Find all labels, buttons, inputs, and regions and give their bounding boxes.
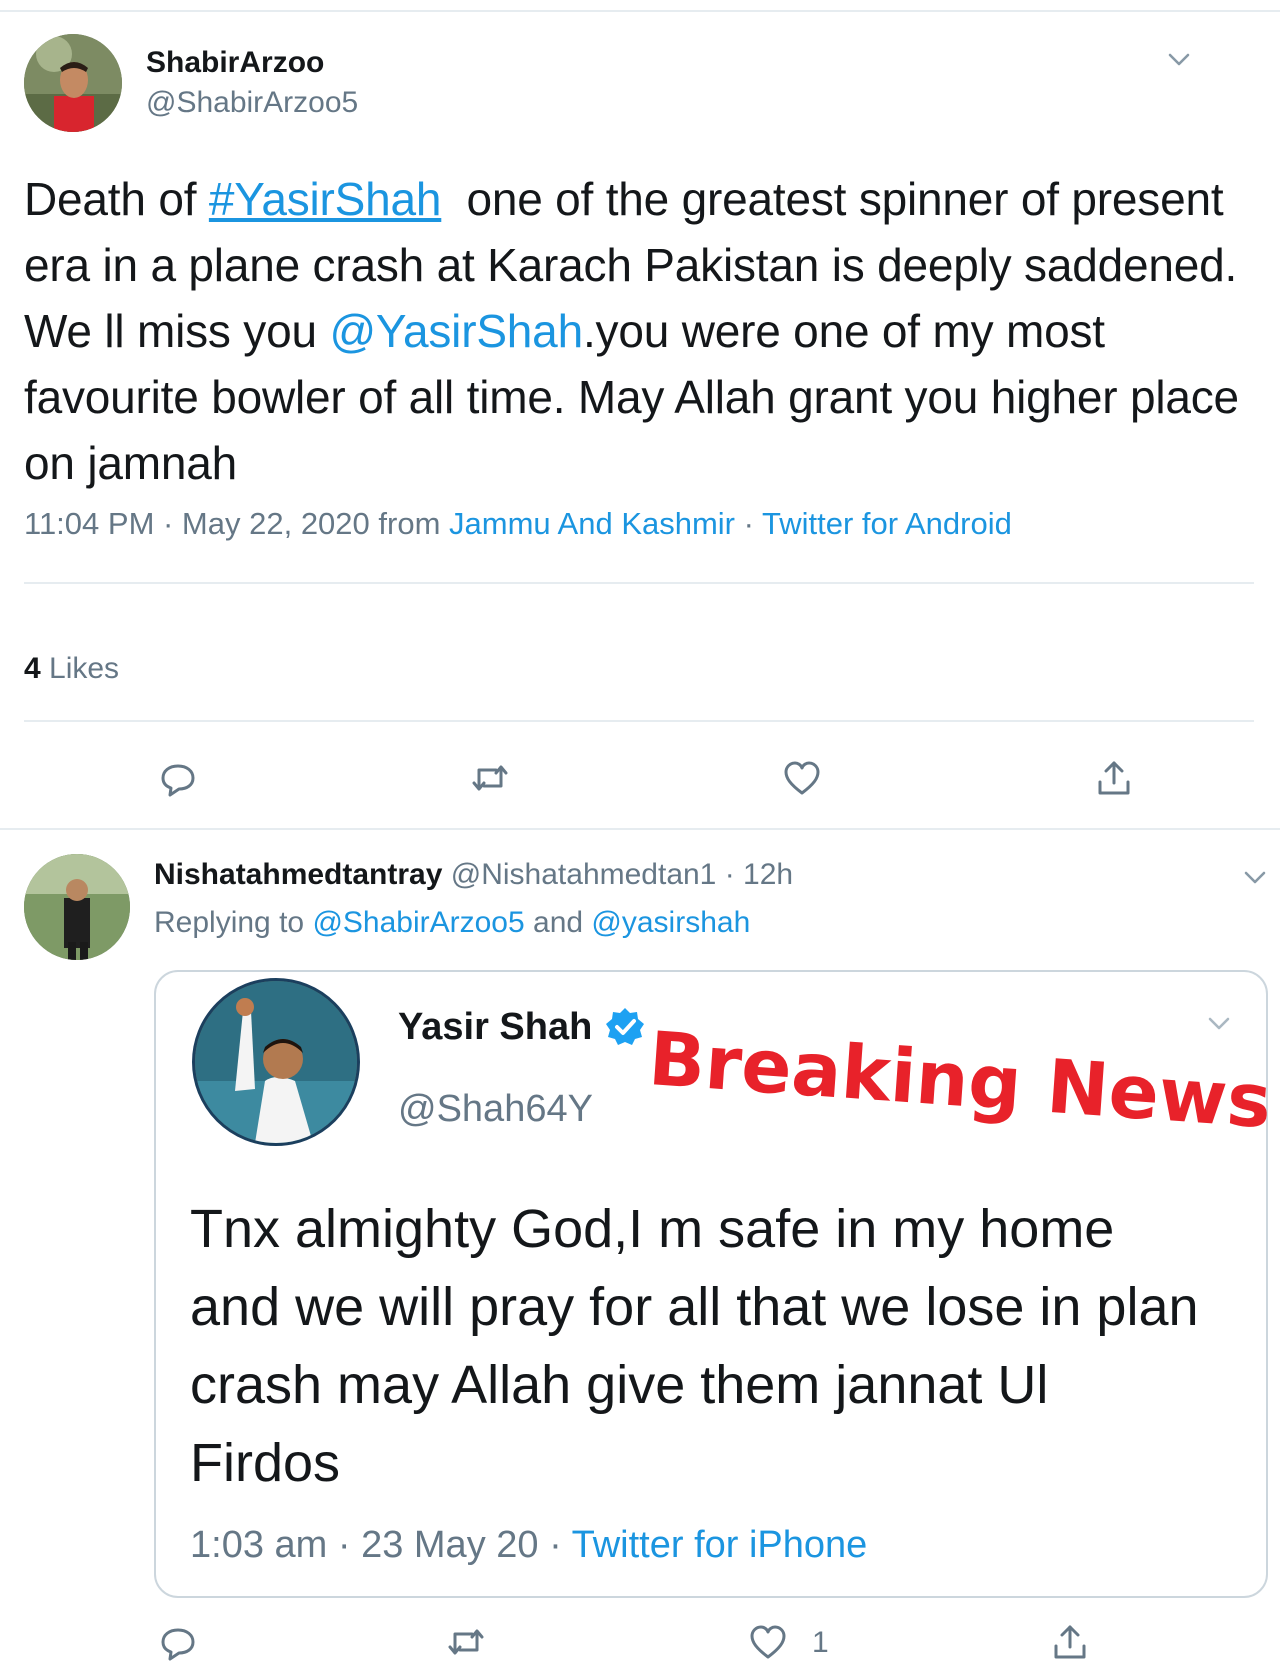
source-link[interactable]: Twitter for Android bbox=[762, 506, 1012, 541]
divider bbox=[24, 582, 1254, 584]
quoted-timestamp: 1:03 am · 23 May 20 · bbox=[190, 1524, 572, 1566]
retweet-icon bbox=[472, 765, 508, 791]
retweet-button[interactable] bbox=[446, 1622, 486, 1662]
share-button[interactable] bbox=[1050, 1622, 1090, 1662]
like-icon bbox=[750, 1625, 786, 1659]
author-name[interactable]: ShabirArzoo bbox=[146, 46, 324, 80]
verified-badge-icon bbox=[606, 1008, 644, 1045]
tweet-text-start: Death of bbox=[24, 173, 209, 225]
author-avatar[interactable] bbox=[24, 34, 122, 132]
reply-author-name[interactable]: Nishatahmedtantray bbox=[154, 858, 442, 891]
like-count: 1 bbox=[812, 1626, 829, 1659]
breaking-news-overlay: Breaking News bbox=[646, 1016, 1275, 1146]
quoted-text: Tnx almighty God,I m safe in my home and… bbox=[190, 1199, 1199, 1493]
chevron-down-icon bbox=[1204, 1008, 1234, 1038]
like-icon bbox=[784, 761, 820, 795]
reply-header: Nishatahmedtantray @Nishatahmedtan1 · 12… bbox=[154, 858, 793, 892]
quoted-source: Twitter for iPhone bbox=[571, 1524, 868, 1566]
reply-time[interactable]: · 12h bbox=[716, 858, 793, 891]
replying-to: Replying to @ShabirArzoo5 and @yasirshah bbox=[154, 906, 750, 940]
reply-author-handle[interactable]: @Nishatahmedtan1 bbox=[451, 858, 717, 891]
tweet-meta: 11:04 PM · May 22, 2020 from Jammu And K… bbox=[24, 506, 1012, 542]
reply-button[interactable] bbox=[158, 758, 198, 798]
chevron-down-icon[interactable] bbox=[1240, 862, 1270, 892]
quoted-author-name: Yasir Shah bbox=[398, 1006, 593, 1048]
quoted-author-avatar bbox=[192, 978, 360, 1146]
replying-prefix: Replying to bbox=[154, 906, 313, 939]
mention-link[interactable]: @YasirShah bbox=[329, 305, 583, 357]
share-button[interactable] bbox=[1094, 758, 1134, 798]
quoted-meta: 1:03 am · 23 May 20 · Twitter for iPhone bbox=[190, 1524, 867, 1567]
top-divider bbox=[0, 10, 1280, 12]
quoted-author-handle: @Shah64Y bbox=[398, 1088, 593, 1130]
replying-and: and bbox=[524, 906, 592, 939]
likes-stat[interactable]: 4 Likes bbox=[24, 652, 119, 686]
replying-user-link[interactable]: @ShabirArzoo5 bbox=[312, 906, 524, 939]
meta-separator: · bbox=[735, 506, 763, 541]
divider bbox=[0, 828, 1280, 830]
like-button[interactable] bbox=[748, 1622, 788, 1662]
reply-icon bbox=[161, 764, 195, 797]
share-icon bbox=[1098, 761, 1130, 795]
reply-author-avatar[interactable] bbox=[24, 854, 130, 960]
quoted-tweet-image[interactable]: Yasir Shah @Shah64Y Breaking News Tnx al… bbox=[154, 970, 1274, 1598]
divider bbox=[24, 720, 1254, 722]
like-button[interactable] bbox=[782, 758, 822, 798]
likes-count: 4 bbox=[24, 652, 41, 685]
chevron-down-icon[interactable] bbox=[1164, 44, 1194, 74]
location-link[interactable]: Jammu And Kashmir bbox=[449, 506, 735, 541]
retweet-button[interactable] bbox=[470, 758, 510, 798]
tweet-text: Death of #YasirShah one of the greatest … bbox=[24, 166, 1254, 496]
hashtag-link[interactable]: #YasirShah bbox=[209, 173, 442, 225]
replying-user-link[interactable]: @yasirshah bbox=[591, 906, 750, 939]
author-handle[interactable]: @ShabirArzoo5 bbox=[146, 86, 358, 120]
reply-icon bbox=[161, 1628, 195, 1661]
tweet-timestamp[interactable]: 11:04 PM · May 22, 2020 from bbox=[24, 506, 449, 541]
retweet-icon bbox=[448, 1629, 484, 1655]
likes-label: Likes bbox=[40, 652, 120, 685]
share-icon bbox=[1054, 1625, 1086, 1659]
reply-button[interactable] bbox=[158, 1622, 198, 1662]
